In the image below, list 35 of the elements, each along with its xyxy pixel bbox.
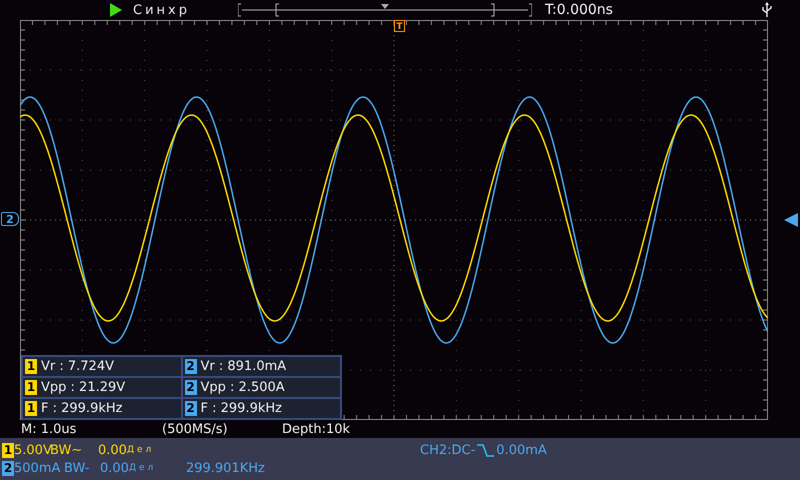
trigger-position-marker: T	[394, 20, 405, 32]
measurement-value: Vr : 891.0mA	[200, 359, 286, 374]
trigger-source: CH2:DC-	[420, 442, 476, 458]
usb-icon	[762, 2, 772, 18]
measurement-value: Vpp : 21.29V	[41, 380, 126, 395]
channel-badge: 2	[184, 380, 196, 395]
measurement-value: F : 299.9kHz	[200, 401, 282, 416]
vertical-scale: 5.00V	[14, 442, 50, 458]
sample-rate: (500MS/s)	[162, 422, 229, 436]
offset-unit: Дел	[128, 463, 158, 473]
channel-badge: 1	[2, 442, 14, 458]
measurement-value: F : 299.9kHz	[41, 401, 122, 416]
vertical-offset: 0.00	[98, 442, 127, 458]
offset-unit: Дел	[126, 445, 156, 455]
time-offset: T:0.000ns	[545, 2, 613, 18]
channel-badge: 2	[184, 359, 196, 374]
vertical-scale: 500mA	[14, 460, 62, 476]
channel-marker: 2	[1, 212, 19, 226]
falling-edge-icon	[477, 444, 494, 456]
channel-badge: 1	[25, 401, 37, 416]
trigger-level: 0.00mA	[496, 442, 547, 458]
measurement-value: Vpp : 2.500A	[200, 380, 285, 395]
frequency-counter: 299.901KHz	[186, 460, 265, 476]
channel-badge: 2	[2, 460, 14, 476]
channel-badge: 2	[184, 401, 196, 416]
run-state: Синхр	[133, 2, 191, 18]
vertical-offset: 0.00	[100, 460, 129, 476]
timebase-scale: M: 1.0us	[21, 422, 78, 436]
bandwidth-limit: BW~	[50, 442, 84, 458]
trigger-level-marker	[784, 212, 798, 228]
channel-badge: 1	[25, 380, 37, 395]
bandwidth-limit: BW-	[64, 460, 90, 476]
measurement-value: Vr : 7.724V	[41, 359, 114, 374]
channel-badge: 1	[25, 359, 37, 374]
memory-depth: Depth:10k	[282, 422, 352, 436]
